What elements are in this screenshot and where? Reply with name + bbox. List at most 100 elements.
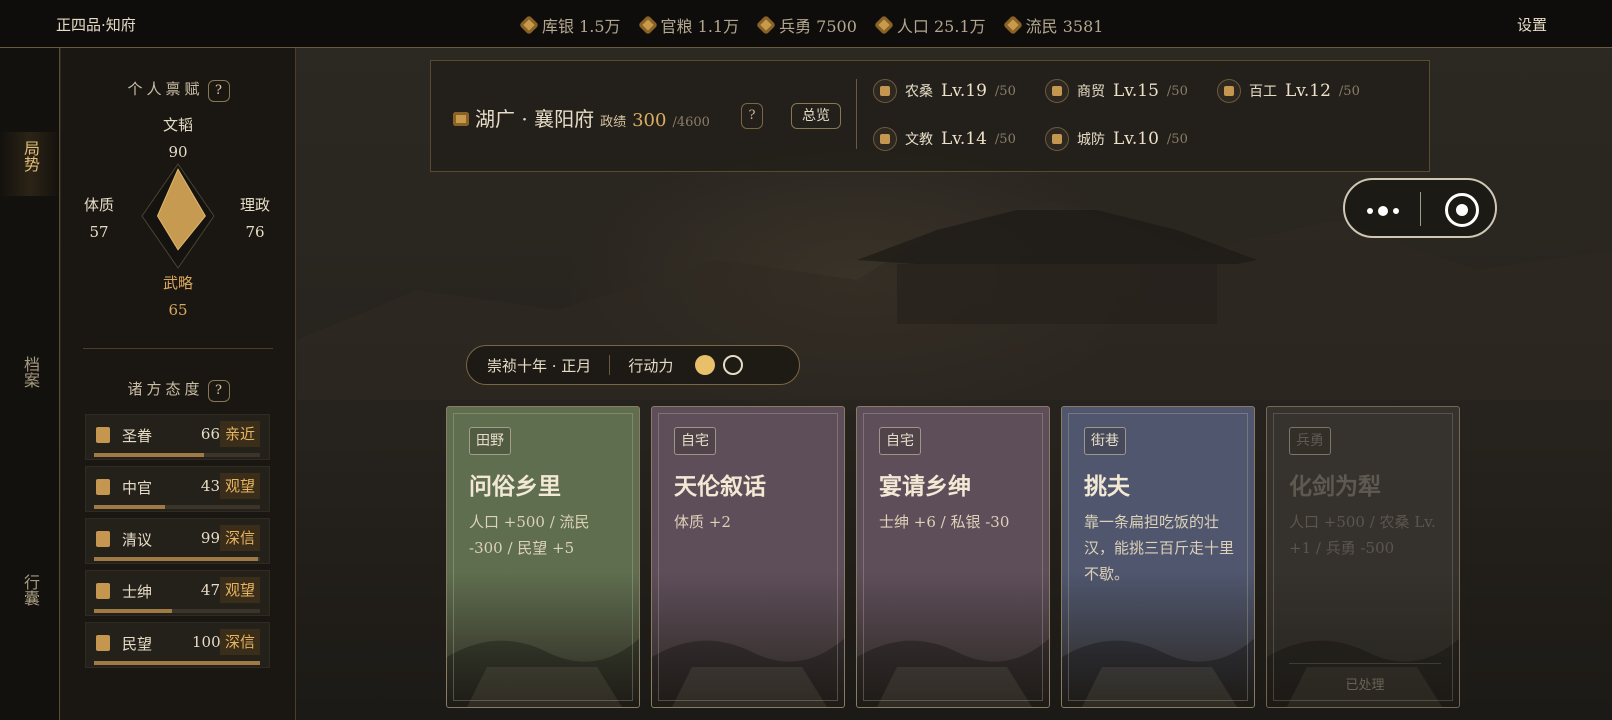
attitude-tag: 深信 (220, 525, 260, 551)
attitude-bar (94, 557, 260, 561)
official-rank: 正四品·知府 (56, 16, 136, 34)
card-title: 天伦叙话 (674, 473, 766, 500)
attitude-value: 66 (200, 425, 220, 443)
attitude-tag: 亲近 (220, 421, 260, 447)
card-frame (658, 413, 838, 701)
attitude-bar-fill (94, 661, 260, 665)
card-tag: 自宅 (879, 427, 921, 455)
soldier-icon (756, 15, 776, 35)
attitude-title: 诸方态度? (61, 378, 296, 402)
quill-icon (96, 531, 110, 547)
card-tag: 兵勇 (1289, 427, 1331, 455)
card-done-label: 已处理 (1289, 663, 1441, 693)
talent-radar-chart (141, 163, 215, 269)
event-card[interactable]: 自宅 宴请乡绅 士绅 +6 / 私银 -30 (856, 406, 1050, 708)
event-card: 兵勇 化剑为犁 人口 +500 / 农桑 Lv. +1 / 兵勇 -500 已处… (1266, 406, 1460, 708)
nav-bag[interactable]: 行囊 (0, 566, 60, 630)
nav-archive[interactable]: 档案 (0, 348, 60, 412)
action-label: 行动力 (628, 356, 674, 375)
nav-situation[interactable]: 局势 (0, 132, 60, 196)
resource-label: 官粮 1.1万 (660, 17, 740, 36)
attitude-row-qingyi: 清议 99 深信 (85, 518, 270, 564)
crossed-tools-icon (96, 479, 110, 495)
settings-button[interactable]: 设置 (1517, 14, 1547, 35)
gentry-icon (96, 583, 110, 599)
attitude-value: 47 (200, 581, 220, 599)
card-frame (863, 413, 1043, 701)
building-shangmao[interactable]: 商贸 Lv.15/50 (1045, 79, 1188, 103)
building-baigong[interactable]: 百工 Lv.12/50 (1217, 79, 1360, 103)
status-panel: 个人禀赋? 文韬 90 体质 57 理政 76 武略 65 诸方态度? 圣眷 66 亲近 中… (61, 48, 296, 720)
resource-silver: 库银 1.5万 (519, 13, 621, 37)
card-title: 问俗乡里 (469, 473, 561, 500)
stat-value: 57 (89, 223, 109, 241)
building-nongsang[interactable]: 农桑 Lv.19/50 (873, 79, 1016, 103)
region-help-button[interactable]: ? (741, 103, 763, 129)
capsule-divider (1420, 192, 1421, 226)
defense-icon (1045, 127, 1069, 151)
resource-label: 人口 25.1万 (896, 17, 986, 36)
attitude-name: 中官 (122, 479, 153, 497)
attitude-tag: 观望 (220, 473, 260, 499)
card-desc: 人口 +500 / 流民 -300 / 民望 +5 (469, 513, 590, 557)
stat-tizhi: 体质 57 (75, 194, 123, 241)
card-desc: 靠一条扁担吃饭的壮汉，能挑三百斤走十里不歇。 (1084, 513, 1235, 583)
stat-label: 理政 (239, 196, 270, 214)
attitude-row-shengjuan: 圣眷 66 亲近 (85, 414, 270, 460)
building-chengfang[interactable]: 城防 Lv.10/50 (1045, 127, 1188, 151)
close-target-icon[interactable] (1445, 193, 1479, 227)
nav-label: 局势 (21, 140, 40, 172)
attitude-bar-fill (94, 505, 166, 509)
attitude-bar-fill (94, 557, 259, 561)
attitude-tag: 深信 (220, 629, 260, 655)
region-info-bar: 湖广 · 襄阳府 政绩 300 /4600 ? 总览 农桑 Lv.19/50 商贸… (430, 60, 1430, 172)
action-point-dot (695, 355, 716, 375)
resource-bar: 库银 1.5万 官粮 1.1万 兵勇 7500 人口 25.1万 流民 3581 (519, 13, 1103, 37)
panel-divider (83, 348, 273, 349)
attitude-row-zhongguan: 中官 43 观望 (85, 466, 270, 512)
building-wenjiao[interactable]: 文教 Lv.14/50 (873, 127, 1016, 151)
card-desc: 士绅 +6 / 私银 -30 (879, 513, 1010, 531)
talent-title-text: 个人禀赋 (127, 80, 204, 98)
event-card[interactable]: 自宅 天伦叙话 体质 +2 (651, 406, 845, 708)
overview-button[interactable]: 总览 (791, 103, 841, 129)
resource-soldiers: 兵勇 7500 (756, 13, 857, 37)
attitude-bar (94, 453, 260, 457)
event-card[interactable]: 街巷 挑夫 靠一条扁担吃饭的壮汉，能挑三百斤走十里不歇。 (1061, 406, 1255, 708)
city-gate-icon (453, 112, 469, 126)
attitude-bar-fill (94, 609, 173, 613)
building-max: /50 (994, 131, 1016, 147)
building-name: 商贸 (1077, 84, 1105, 100)
silver-icon (519, 15, 539, 35)
building-level: Lv.15 (1113, 81, 1159, 101)
card-desc: 人口 +500 / 农桑 Lv. +1 / 兵勇 -500 (1289, 513, 1436, 557)
attitude-bar (94, 609, 260, 613)
action-point-dot (723, 355, 744, 375)
building-level: Lv.12 (1285, 81, 1331, 101)
perf-max: /4600 (672, 115, 710, 130)
more-menu-icon[interactable] (1367, 206, 1399, 216)
attitude-name: 民望 (122, 635, 153, 653)
event-card[interactable]: 田野 问俗乡里 人口 +500 / 流民 -300 / 民望 +5 (446, 406, 640, 708)
left-nav: 局势 档案 行囊 (0, 48, 60, 720)
turn-bar: 崇祯十年 · 正月 行动力 (466, 345, 800, 385)
card-tag: 自宅 (674, 427, 716, 455)
attitude-name: 圣眷 (122, 427, 153, 445)
craft-icon (1217, 79, 1241, 103)
nav-label: 行囊 (21, 574, 40, 606)
resource-grain: 官粮 1.1万 (637, 13, 740, 37)
attitude-name: 清议 (122, 531, 153, 549)
miniprogram-capsule (1343, 178, 1497, 238)
building-name: 百工 (1249, 84, 1277, 100)
talent-title: 个人禀赋? (61, 78, 296, 102)
region-name: 湖广 · 襄阳府 (475, 107, 595, 131)
perf-label: 政绩 (600, 115, 627, 130)
attitude-row-shishen: 士绅 47 观望 (85, 570, 270, 616)
talent-help-button[interactable]: ? (207, 80, 230, 102)
building-max: /50 (1166, 131, 1188, 147)
attitude-help-button[interactable]: ? (207, 380, 230, 402)
stat-value: 76 (245, 223, 265, 241)
region-summary: 湖广 · 襄阳府 政绩 300 /4600 (453, 103, 710, 132)
building-max: /50 (994, 83, 1016, 99)
card-title: 化剑为犁 (1289, 473, 1381, 500)
